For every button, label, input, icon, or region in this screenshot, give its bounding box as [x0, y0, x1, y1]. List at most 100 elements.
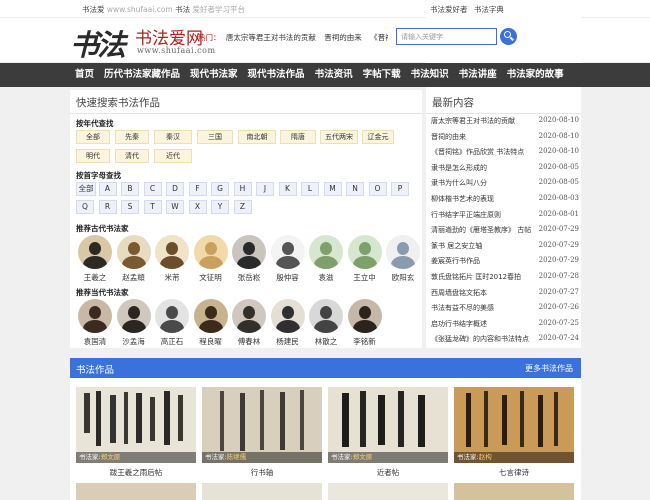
dynasty-tag[interactable]: 秦汉	[154, 130, 192, 144]
work-artist[interactable]: 赵构	[479, 453, 492, 461]
letter-filter[interactable]: 全部	[76, 182, 96, 196]
letter-filter[interactable]: R	[98, 200, 117, 214]
news-item[interactable]: 清丽遒劲的《雁塔圣教序》 古帖 2020-07-29	[431, 225, 579, 237]
modern-artist-name[interactable]: 程良曜	[189, 336, 233, 347]
hot-item[interactable]: 唐太宗等君王对书法的贡献	[226, 33, 316, 42]
news-title[interactable]: 《晋祠铭》作品欣赏 书法特点	[431, 147, 539, 157]
dynasty-tag[interactable]: 明代	[76, 149, 110, 163]
work-name[interactable]: 近者帖	[328, 467, 448, 478]
letter-filter[interactable]: Q	[76, 200, 94, 214]
ancient-artist-name[interactable]: 王立中	[343, 272, 387, 283]
dynasty-tag[interactable]: 五代两宋	[320, 130, 358, 144]
top-link-fans[interactable]: 书法爱好者	[430, 5, 468, 14]
nav-item-stories[interactable]: 书法家的故事	[502, 63, 569, 87]
modern-artist-name[interactable]: 林散之	[304, 336, 348, 347]
modern-artist-name[interactable]: 杨建民	[266, 336, 310, 347]
search-button[interactable]	[500, 28, 517, 45]
letter-filter[interactable]: T	[143, 200, 162, 214]
news-title[interactable]: 启功行书结字概述	[431, 319, 539, 329]
modern-artist-name[interactable]: 袁国清	[73, 336, 117, 347]
nav-item-news[interactable]: 书法资讯	[310, 63, 358, 87]
modern-artist-avatar[interactable]	[270, 299, 305, 333]
nav-item-ancient-works[interactable]: 历代书法家藏作品	[99, 63, 185, 87]
top-link-dictionary[interactable]: 书法字典	[474, 5, 504, 14]
modern-artist-name[interactable]: 高正石	[150, 336, 194, 347]
work-name[interactable]: 七言律诗	[454, 467, 574, 478]
ancient-artist-name[interactable]: 王羲之	[73, 272, 117, 283]
letter-filter[interactable]: F	[188, 182, 207, 196]
nav-item-lectures[interactable]: 书法讲座	[454, 63, 502, 87]
news-title[interactable]: 柳体楷书艺术的表现	[431, 194, 539, 204]
ancient-artist-avatar[interactable]	[386, 235, 420, 269]
news-item[interactable]: 《张猛龙碑》的内容和书法特点 2020-07-24	[431, 334, 579, 346]
letter-filter[interactable]: Z	[233, 200, 252, 214]
ancient-artist-avatar[interactable]	[78, 235, 112, 269]
letter-filter[interactable]: L	[301, 182, 319, 196]
letter-filter[interactable]: N	[346, 182, 364, 196]
news-item[interactable]: 敦氏盘铭拓片 匡时2012春拍 2020-07-28	[431, 272, 579, 284]
dynasty-tag[interactable]: 先秦	[115, 130, 149, 144]
dynasty-tag[interactable]: 南北朝	[238, 130, 276, 144]
nav-item-modern-works[interactable]: 现代书法作品	[243, 63, 310, 87]
letter-filter[interactable]: C	[143, 182, 162, 196]
letter-filter[interactable]: J	[256, 182, 274, 196]
hot-item[interactable]: 《晋祠	[370, 33, 388, 42]
ancient-artist-name[interactable]: 张岳崧	[227, 272, 271, 283]
letter-filter[interactable]: H	[233, 182, 252, 196]
letter-filter[interactable]: W	[166, 200, 184, 214]
news-title[interactable]: 清丽遒劲的《雁塔圣教序》 古帖	[431, 225, 539, 235]
news-item[interactable]: 行书结字平正端庄原则 2020-08-01	[431, 210, 579, 222]
nav-item-knowledge[interactable]: 书法知识	[406, 63, 454, 87]
nav-item-home[interactable]: 首页	[70, 63, 99, 87]
modern-artist-avatar[interactable]	[232, 299, 266, 333]
ancient-artist-avatar[interactable]	[309, 235, 343, 269]
modern-artist-avatar[interactable]	[309, 299, 343, 333]
news-item[interactable]: 《晋祠铭》作品欣赏 书法特点 2020-08-10	[431, 147, 579, 159]
ancient-artist-avatar[interactable]	[193, 235, 228, 269]
letter-filter[interactable]: M	[323, 182, 342, 196]
ancient-artist-avatar[interactable]	[116, 235, 151, 269]
news-title[interactable]: 晋祠的由来	[431, 132, 539, 142]
nav-item-modern-artists[interactable]: 现代书法家	[185, 63, 243, 87]
news-item[interactable]: 书法有益不尽的美感 2020-07-26	[431, 303, 579, 315]
letter-filter[interactable]: B	[121, 182, 139, 196]
work-artist[interactable]: 郑文原	[101, 453, 121, 461]
news-title[interactable]: 唐太宗等君王对书法的贡献	[431, 116, 539, 126]
nav-item-downloads[interactable]: 字帖下载	[358, 63, 406, 87]
letter-filter[interactable]: K	[278, 182, 297, 196]
news-item[interactable]: 唐太宗等君王对书法的贡献 2020-08-10	[431, 116, 579, 128]
dynasty-tag[interactable]: 隋唐	[280, 130, 316, 144]
news-item[interactable]: 篆书 居之安立轴 2020-07-29	[431, 241, 579, 253]
modern-artist-avatar[interactable]	[116, 299, 151, 333]
news-item[interactable]: 启功行书结字概述 2020-07-25	[431, 319, 579, 331]
modern-artist-avatar[interactable]	[78, 299, 112, 333]
news-title[interactable]: 书法有益不尽的美感	[431, 303, 539, 313]
dynasty-tag[interactable]: 辽金元	[362, 130, 394, 144]
dynasty-tag[interactable]: 三国	[197, 130, 233, 144]
ancient-artist-name[interactable]: 欧阳玄	[381, 272, 425, 283]
dynasty-tag[interactable]: 清代	[115, 149, 149, 163]
ancient-artist-avatar[interactable]	[347, 235, 382, 269]
news-item[interactable]: 隶书为什么叫八分 2020-08-05	[431, 178, 579, 190]
modern-artist-avatar[interactable]	[347, 299, 382, 333]
ancient-artist-avatar[interactable]	[270, 235, 305, 269]
ancient-artist-avatar[interactable]	[232, 235, 266, 269]
news-item[interactable]: 西周墙盘铭文拓本 2020-07-27	[431, 288, 579, 300]
dynasty-tag[interactable]: 近代	[154, 149, 192, 163]
modern-artist-name[interactable]: 傅春林	[227, 336, 271, 347]
news-title[interactable]: 篆书 居之安立轴	[431, 241, 539, 251]
modern-artist-avatar[interactable]	[155, 299, 189, 333]
work-artist[interactable]: 郑文原	[353, 453, 373, 461]
search-input[interactable]: 请输入关键字	[396, 28, 497, 45]
modern-artist-avatar[interactable]	[193, 299, 228, 333]
news-title[interactable]: 《张猛龙碑》的内容和书法特点	[431, 334, 539, 344]
hot-item[interactable]: 晋祠的由来	[324, 33, 362, 42]
more-works-link[interactable]: 更多书法作品	[525, 363, 573, 374]
news-item[interactable]: 隶书是怎么形成的 2020-08-05	[431, 163, 579, 175]
letter-filter[interactable]: P	[391, 182, 409, 196]
news-title[interactable]: 隶书为什么叫八分	[431, 178, 539, 188]
ancient-artist-name[interactable]: 米芾	[150, 272, 194, 283]
news-title[interactable]: 敦氏盘铭拓片 匡时2012春拍	[431, 272, 539, 282]
ancient-artist-avatar[interactable]	[155, 235, 189, 269]
letter-filter[interactable]: Y	[211, 200, 229, 214]
